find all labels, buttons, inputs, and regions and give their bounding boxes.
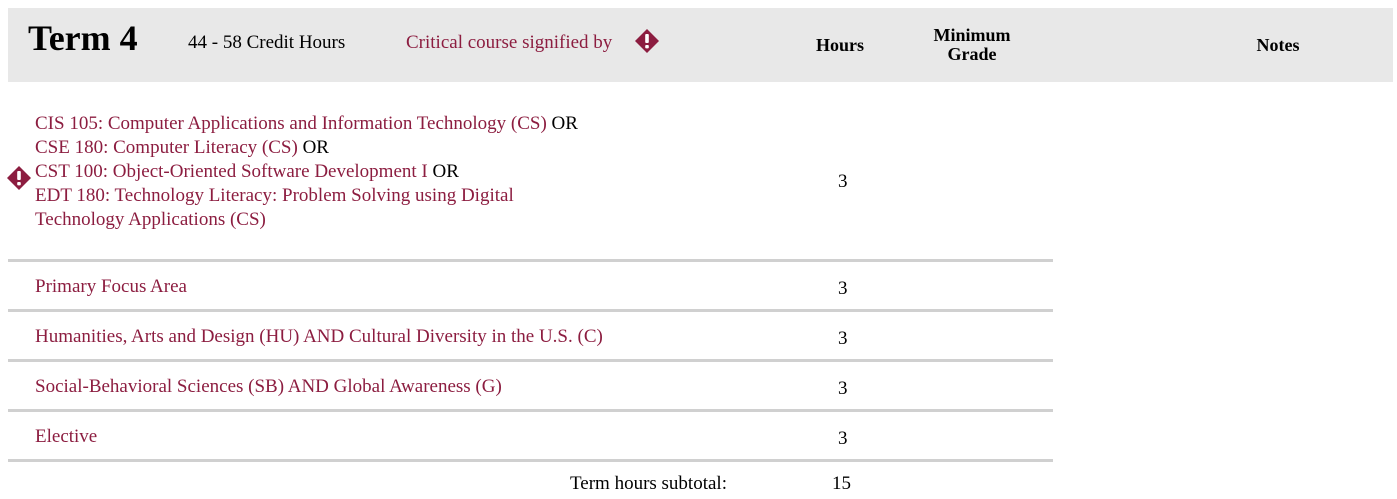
row-divider	[8, 409, 1053, 412]
course-option: CIS 105: Computer Applications and Infor…	[35, 112, 578, 136]
requirement-row: Elective	[35, 425, 97, 449]
course-option: CST 100: Object-Oriented Software Develo…	[35, 160, 578, 184]
requirement-link-social-behavioral[interactable]: Social-Behavioral Sciences (SB) AND Glob…	[35, 376, 502, 397]
row-hours: 3	[838, 278, 848, 299]
course-option: CSE 180: Computer Literacy (CS) OR	[35, 136, 578, 160]
course-link-cse-180[interactable]: CSE 180: Computer Literacy (CS)	[35, 137, 298, 158]
course-option-continued: Technology Applications (CS)	[35, 208, 578, 232]
course-option: EDT 180: Technology Literacy: Problem So…	[35, 184, 578, 208]
requirement-row: Social-Behavioral Sciences (SB) AND Glob…	[35, 375, 502, 399]
row-hours: 3	[838, 328, 848, 349]
column-header-notes: Notes	[1256, 35, 1300, 55]
course-link-cis-105[interactable]: CIS 105: Computer Applications and Infor…	[35, 113, 547, 134]
column-header-minimum-grade: Minimum Grade	[933, 25, 1011, 64]
term-title: Term 4	[28, 18, 138, 58]
credit-hours-range: 44 - 58 Credit Hours	[188, 32, 346, 53]
critical-course-diamond-icon	[7, 166, 31, 190]
row-hours: 3	[838, 378, 848, 399]
requirement-link-primary-focus[interactable]: Primary Focus Area	[35, 276, 187, 297]
requirement-link-elective[interactable]: Elective	[35, 426, 97, 447]
or-label: OR	[432, 161, 459, 182]
row-divider	[8, 359, 1053, 362]
requirement-row: Primary Focus Area	[35, 275, 187, 299]
or-label: OR	[302, 137, 329, 158]
requirement-row: Humanities, Arts and Design (HU) AND Cul…	[35, 325, 603, 349]
requirement-link-humanities[interactable]: Humanities, Arts and Design (HU) AND Cul…	[35, 326, 603, 347]
subtotal-label: Term hours subtotal:	[570, 473, 727, 494]
course-link-edt-180-cont[interactable]: Technology Applications (CS)	[35, 209, 266, 230]
row-divider	[8, 259, 1053, 262]
course-options-list: CIS 105: Computer Applications and Infor…	[35, 112, 578, 232]
critical-course-diamond-icon	[635, 29, 659, 53]
course-link-edt-180[interactable]: EDT 180: Technology Literacy: Problem So…	[35, 185, 514, 206]
term-header: Term 4 44 - 58 Credit Hours Critical cou…	[8, 8, 1393, 82]
column-header-hours: Hours	[816, 35, 865, 55]
row-hours: 3	[838, 171, 848, 192]
row-divider	[8, 309, 1053, 312]
row-hours: 3	[838, 428, 848, 449]
course-link-cst-100[interactable]: CST 100: Object-Oriented Software Develo…	[35, 161, 428, 182]
or-label: OR	[551, 113, 578, 134]
critical-course-legend[interactable]: Critical course signified by	[406, 33, 612, 52]
row-divider	[8, 459, 1053, 462]
subtotal-value: 15	[832, 473, 851, 494]
